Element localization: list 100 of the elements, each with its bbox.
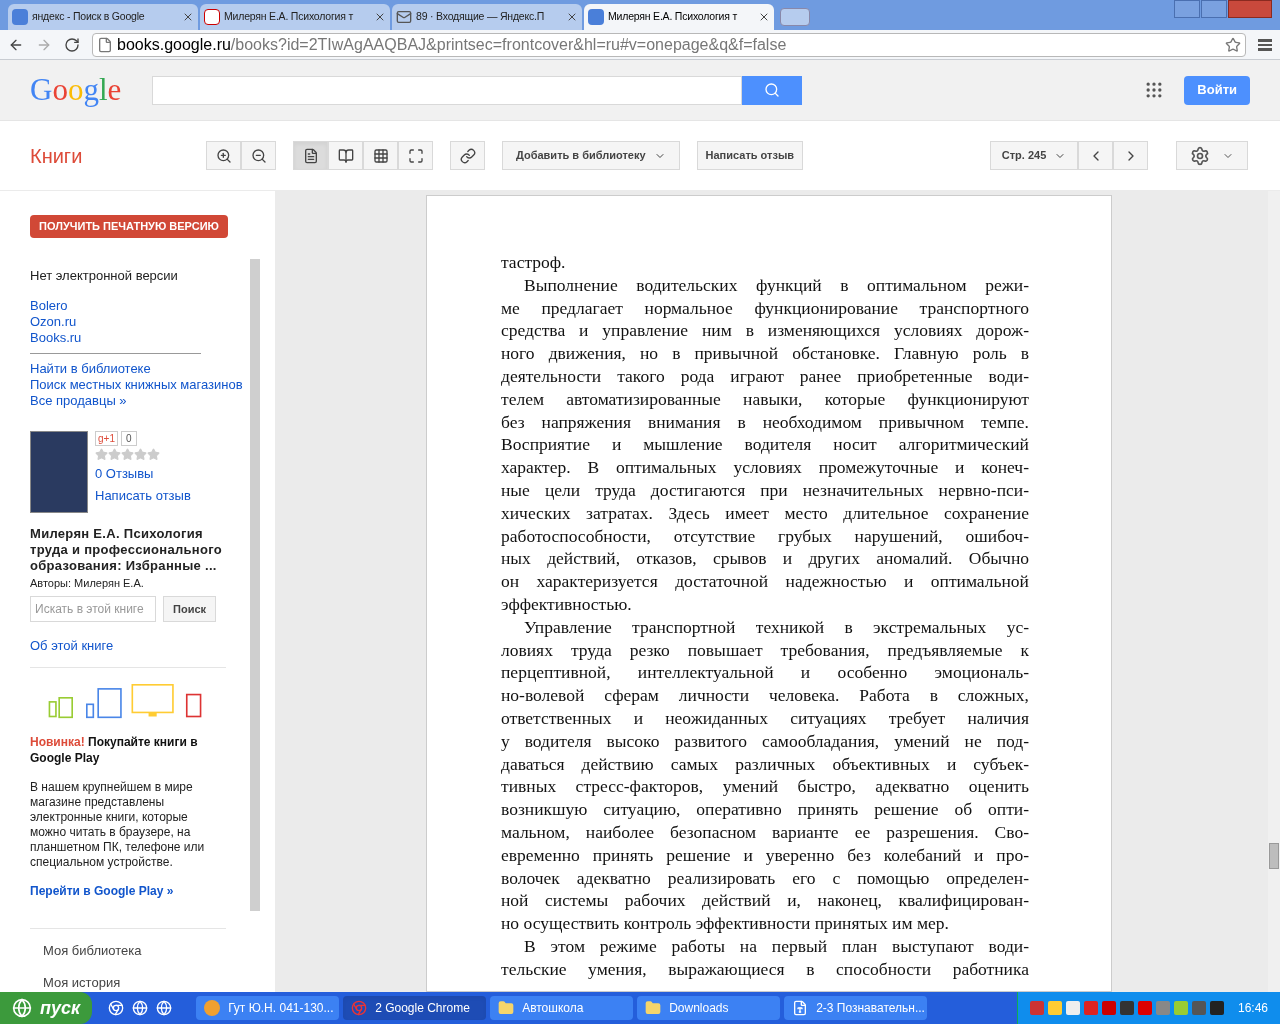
text-line: мальном, наиболее безопасном варианте ее разрешения. Сво- — [501, 820, 1029, 844]
text-line: Управление транспортной техникой в экстремальных ус- — [523, 615, 1029, 639]
taskbar-button[interactable]: Автошкола — [490, 996, 634, 1020]
chrome-icon — [351, 1000, 368, 1016]
task-label: Автошкола — [522, 1000, 584, 1017]
text-line: волочек адекватно реализировать его с помощью определен- — [501, 866, 1029, 890]
text-line: ные цели труда достигаются при незначительных нервно-пси- — [501, 478, 1029, 502]
search-button[interactable] — [742, 75, 802, 105]
text-line: хических затратах. Здесь имеет место длительное сохранение — [501, 501, 1029, 525]
write-review-button[interactable]: Написать отзыв — [696, 141, 804, 170]
globe-icon[interactable] — [132, 1000, 149, 1016]
books-section-title[interactable]: Книги — [30, 140, 206, 171]
text-line: Выполнение водительских функций в оптимальном режи- — [523, 273, 1029, 297]
task-label: Downloads — [669, 1000, 729, 1017]
seller-link[interactable]: Поиск местных книжных магазинов — [30, 377, 243, 394]
add-to-library-button[interactable]: Добавить в библиотеку — [502, 141, 680, 170]
close-icon[interactable] — [182, 11, 194, 23]
text-line: но осуществить контроль эффективности принятых им мер. — [501, 912, 950, 935]
zoom-in-button[interactable] — [206, 141, 241, 170]
link-icon — [459, 147, 476, 164]
text-line: эффективностью. — [501, 592, 633, 616]
chrome-icon[interactable] — [108, 1000, 125, 1016]
open-book-icon — [337, 147, 354, 164]
link-button[interactable] — [450, 141, 485, 170]
text-line: тельские умения, выражающиеся в способности работника — [501, 957, 1029, 981]
browser-tab[interactable]: 89 · Входящие — Яндекс.П — [392, 4, 582, 30]
reviews-link[interactable]: 0 Отзывы — [95, 464, 191, 484]
globe-icon[interactable] — [156, 1000, 173, 1016]
seller-link[interactable]: Найти в библиотеке — [30, 361, 151, 378]
sidebar-scrollbar[interactable] — [250, 259, 260, 911]
taskbar-button[interactable]: 2 Google Chrome — [343, 996, 487, 1020]
text-line: у водителя высоко развитого самообладания, умений не под- — [501, 729, 1029, 753]
browser-tab[interactable]: яндекс - Поиск в Google — [8, 4, 198, 30]
google-favicon-icon — [12, 9, 28, 25]
taskbar-button[interactable]: Гут Ю.Н. 041-130... — [196, 996, 340, 1020]
promo-heading: Новинка! Покупайте книги в Google Play — [30, 734, 199, 766]
settings-button[interactable] — [1176, 141, 1248, 170]
address-bar[interactable]: books.google.ru/books?id=2TIwAgAAQBAJ&printsec=frontcover&hl=ru#v=onepage&q&f=false — [92, 32, 1246, 57]
thumbnail-view-button[interactable] — [363, 141, 398, 170]
about-book-link[interactable]: Об этой книге — [30, 635, 114, 656]
seller-link[interactable]: Все продавцы » — [30, 393, 127, 410]
text-line: работоспособности, отсутствие грубых нарушений, ошибоч- — [501, 524, 1029, 548]
tab-title: Милерян Е.А. Психология т — [608, 9, 739, 25]
text-line: ного движения, но в привычной обстановке. Главную роль в — [501, 342, 1029, 365]
zoom-in-icon — [215, 147, 232, 164]
document-icon — [792, 1000, 809, 1016]
two-page-view-button[interactable] — [328, 141, 363, 170]
search-field[interactable] — [152, 75, 742, 105]
text-line: ных действий, отказов, срывов и других аномалий. Обычно — [501, 547, 1029, 571]
write-review-link[interactable]: Написать отзыв — [95, 485, 191, 506]
nav-link[interactable]: Моя библиотека — [43, 941, 142, 961]
taskbar-button[interactable]: Downloads — [637, 996, 781, 1020]
start-button[interactable]: пуск — [0, 992, 93, 1024]
store-link[interactable]: Bolero — [30, 298, 68, 315]
search-icon — [764, 82, 780, 98]
search-in-book-button[interactable]: Поиск — [163, 595, 216, 622]
settings-icon — [1190, 145, 1210, 166]
tab-title: 89 · Входящие — Яндекс.П — [416, 9, 546, 25]
scrollbar-thumb[interactable] — [1269, 843, 1279, 869]
google-plus-button[interactable]: g+1 — [95, 431, 118, 447]
menu-icon[interactable] — [1258, 38, 1272, 51]
text-line: но-волевой сферам личности человека. Работа в сложных, — [501, 684, 1029, 707]
tab-title: яндекс - Поиск в Google — [32, 9, 146, 25]
page-icon — [97, 36, 113, 53]
get-print-version-button[interactable]: ПОЛУЧИТЬ ПЕЧАТНУЮ ВЕРСИЮ — [30, 215, 228, 238]
plus-count: 0 — [120, 431, 137, 447]
text-line: тивных стресс-факторов, умений быстро, адекватно оценить — [501, 775, 1029, 799]
task-label: Гут Ю.Н. 041-130... — [228, 1000, 334, 1017]
browser-tab[interactable]: Милерян Е.А. Психология т — [200, 4, 390, 30]
page-icon — [302, 147, 319, 164]
close-icon[interactable] — [566, 11, 578, 23]
browser-tab[interactable]: Милерян Е.А. Психология т — [584, 4, 774, 30]
zoom-out-icon — [250, 147, 267, 164]
book-authors: Авторы: Милерян Е.А. — [30, 576, 145, 592]
text-line: даваться действию самых различных объективных и субъек- — [501, 752, 1029, 776]
bookmark-star-icon[interactable] — [1225, 36, 1241, 53]
grid-icon — [372, 147, 389, 164]
store-link[interactable]: Books.ru — [30, 330, 82, 347]
promo-text: В нашем крупнейшем в мире магазине представлены электронные книги, которые можно читать в браузере, на планшетном ПК, телефоне или специальном устройстве. — [30, 780, 206, 870]
store-link[interactable]: Ozon.ru — [30, 314, 77, 331]
text-line: евременно принять решение и уверенно без колебаний и про- — [501, 843, 1029, 867]
single-page-view-button[interactable] — [293, 141, 328, 170]
reload-icon[interactable] — [64, 36, 80, 53]
app-icon — [204, 1000, 221, 1016]
close-icon[interactable] — [374, 11, 386, 23]
text-line: ной системы рабочих действий и, наконец, квалифицирован- — [501, 889, 1029, 913]
close-icon[interactable] — [758, 11, 770, 23]
book-cover[interactable] — [30, 431, 88, 514]
text-line: телем автоматизированные навыки, которые функционируют — [501, 387, 1029, 411]
task-label: 2-3 Познавательн... — [816, 1000, 925, 1017]
page-number-dropdown[interactable]: Стр. 245 — [990, 141, 1078, 170]
zoom-out-button[interactable] — [241, 141, 276, 170]
search-in-book-field[interactable]: Искать в этой книге — [30, 595, 156, 622]
taskbar-button[interactable]: 2-3 Познавательн... — [784, 996, 928, 1020]
text-line: тастроф. — [501, 251, 567, 274]
text-line: ответственных и неожиданных ситуациях требует наличия — [501, 706, 1029, 730]
nav-link[interactable]: Моя история — [43, 972, 121, 992]
fullscreen-button[interactable] — [398, 141, 433, 170]
google-play-link[interactable]: Перейти в Google Play » — [30, 882, 174, 900]
folder-icon — [498, 1000, 515, 1016]
